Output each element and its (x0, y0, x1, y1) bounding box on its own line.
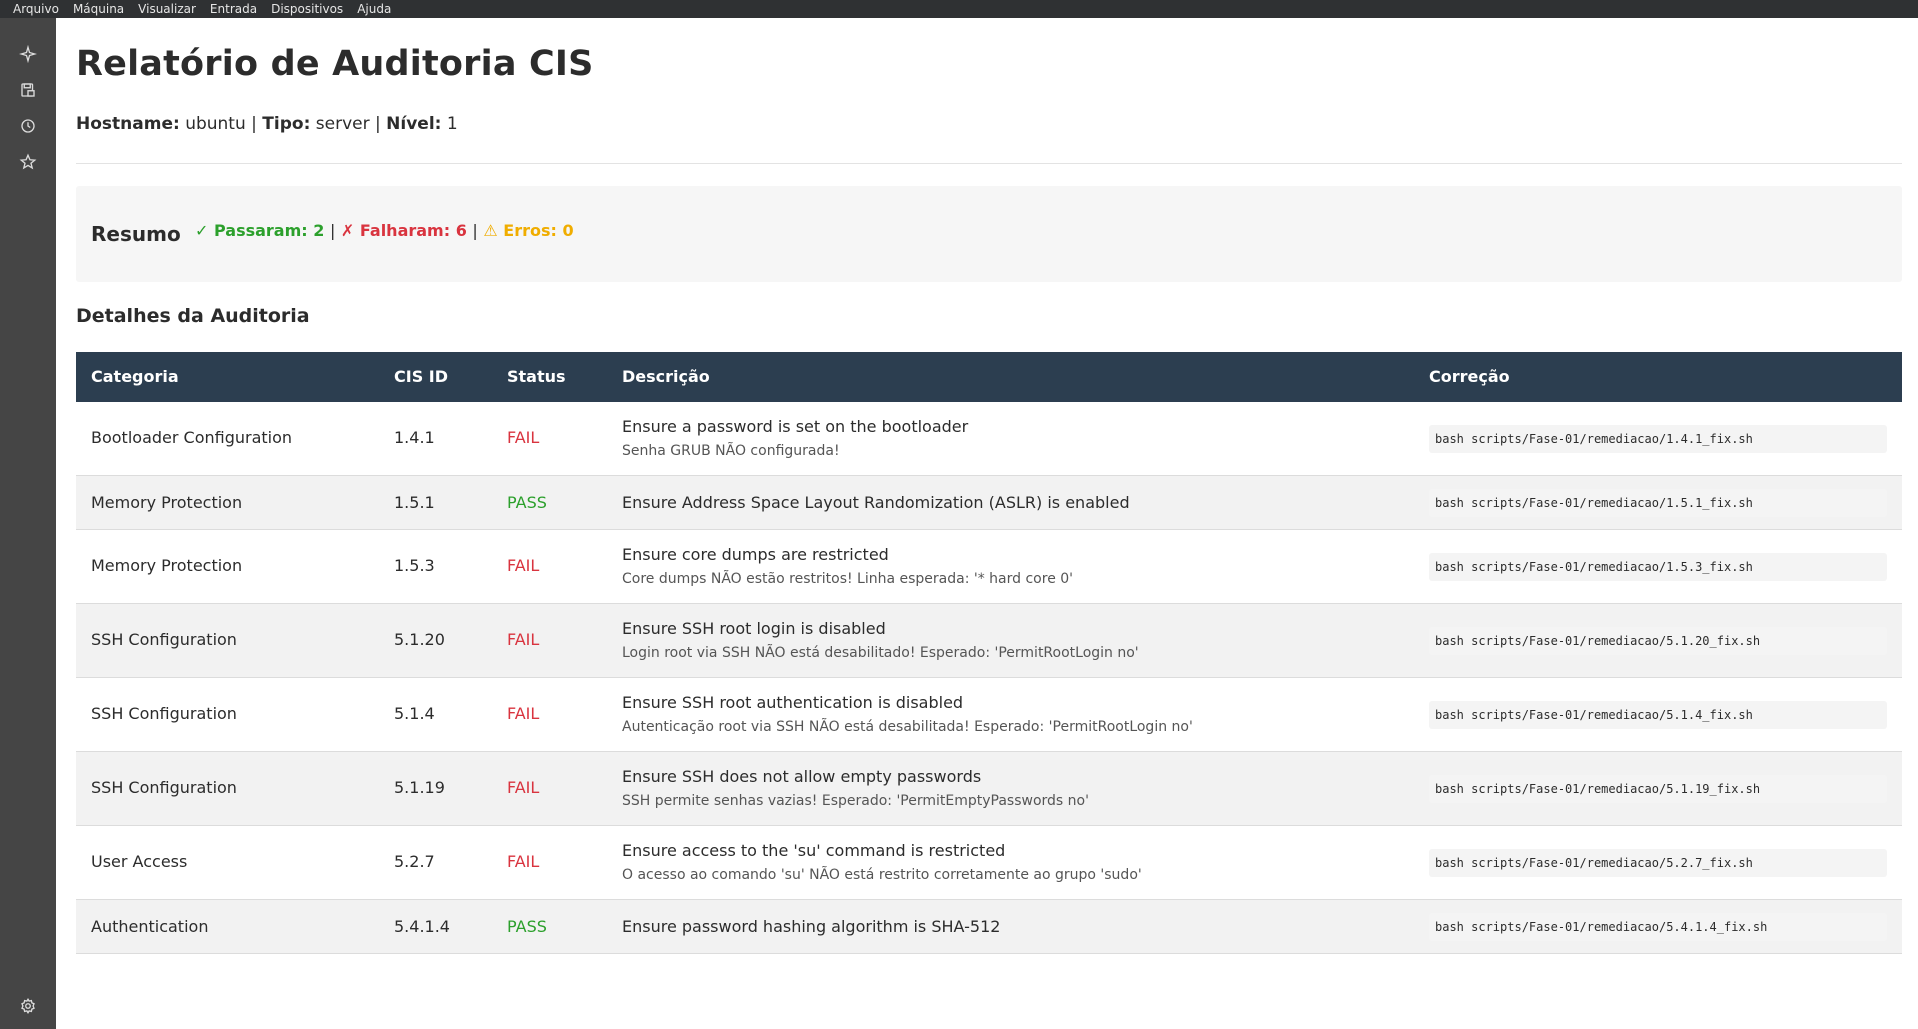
row-status: FAIL (507, 852, 540, 871)
host-meta: Hostname: ubuntu | Tipo: server | Nível:… (76, 114, 458, 134)
col-correcao: Correção (1429, 367, 1510, 386)
row-category: User Access (91, 852, 188, 871)
row-status: PASS (507, 493, 547, 512)
table-header: Categoria CIS ID Status Descrição Correç… (76, 352, 1902, 402)
row-fix-command[interactable]: bash scripts/Fase-01/remediacao/5.4.1.4_… (1429, 913, 1887, 941)
audit-table: Categoria CIS ID Status Descrição Correç… (76, 352, 1902, 954)
page-title: Relatório de Auditoria CIS (76, 44, 594, 84)
nivel-label: Nível: (386, 114, 442, 134)
row-cis-id: 1.5.1 (394, 493, 435, 512)
passed-count: ✓ Passaram: 2 (195, 221, 325, 240)
row-description: Ensure SSH root login is disabled (622, 619, 886, 638)
hostname-label: Hostname: (76, 114, 180, 134)
row-detail: Login root via SSH NÃO está desabilitado… (622, 645, 1139, 661)
row-category: SSH Configuration (91, 704, 237, 723)
star-icon[interactable] (16, 150, 40, 174)
row-status: FAIL (507, 630, 540, 649)
separator: | (329, 221, 336, 240)
row-category: SSH Configuration (91, 630, 237, 649)
col-descricao: Descrição (622, 367, 710, 386)
row-category: Authentication (91, 917, 209, 936)
row-detail: SSH permite senhas vazias! Esperado: 'Pe… (622, 793, 1089, 809)
history-icon[interactable] (16, 114, 40, 138)
row-description: Ensure password hashing algorithm is SHA… (622, 917, 1001, 936)
menu-arquivo[interactable]: Arquivo (6, 0, 66, 18)
row-description: Ensure SSH does not allow empty password… (622, 767, 982, 786)
row-description: Ensure Address Space Layout Randomizatio… (622, 493, 1130, 512)
row-detail: Core dumps NÃO estão restritos! Linha es… (622, 571, 1074, 587)
table-row: SSH Configuration 5.1.20 FAIL Ensure SSH… (76, 604, 1902, 678)
menu-ajuda[interactable]: Ajuda (350, 0, 398, 18)
table-row: Memory Protection 1.5.3 FAIL Ensure core… (76, 530, 1902, 604)
summary-counts: ✓ Passaram: 2 | ✗ Falharam: 6 | ⚠ Erros:… (195, 221, 574, 240)
errors-count: ⚠ Erros: 0 (483, 221, 574, 240)
row-category: Bootloader Configuration (91, 428, 293, 447)
col-cis-id: CIS ID (394, 367, 449, 386)
row-status: FAIL (507, 556, 540, 575)
row-detail: Senha GRUB NÃO configurada! (622, 443, 840, 459)
tipo-label: Tipo: (262, 114, 311, 134)
divider (76, 163, 1902, 164)
row-fix-command[interactable]: bash scripts/Fase-01/remediacao/5.1.4_fi… (1429, 701, 1887, 729)
table-row: Bootloader Configuration 1.4.1 FAIL Ensu… (76, 402, 1902, 476)
menubar: Arquivo Máquina Visualizar Entrada Dispo… (0, 0, 1918, 18)
row-fix-command[interactable]: bash scripts/Fase-01/remediacao/5.1.19_f… (1429, 775, 1887, 803)
row-detail: O acesso ao comando 'su' NÃO está restri… (622, 867, 1142, 883)
row-cis-id: 5.4.1.4 (394, 917, 450, 936)
report-content: Relatório de Auditoria CIS Hostname: ubu… (76, 18, 1902, 1029)
sidebar (0, 18, 56, 1029)
menu-visualizar[interactable]: Visualizar (131, 0, 203, 18)
row-detail: Autenticação root via SSH NÃO está desab… (622, 719, 1193, 735)
row-category: Memory Protection (91, 493, 243, 512)
gear-icon[interactable] (16, 994, 40, 1018)
table-row: User Access 5.2.7 FAIL Ensure access to … (76, 826, 1902, 900)
row-description: Ensure access to the 'su' command is res… (622, 841, 1006, 860)
row-status: FAIL (507, 704, 540, 723)
row-cis-id: 5.2.7 (394, 852, 435, 871)
col-categoria: Categoria (91, 367, 179, 386)
col-status: Status (507, 367, 566, 386)
row-status: PASS (507, 917, 547, 936)
menu-dispositivos[interactable]: Dispositivos (264, 0, 350, 18)
separator: | (472, 221, 478, 240)
table-row: SSH Configuration 5.1.19 FAIL Ensure SSH… (76, 752, 1902, 826)
row-fix-command[interactable]: bash scripts/Fase-01/remediacao/1.4.1_fi… (1429, 425, 1887, 453)
row-cis-id: 5.1.19 (394, 778, 445, 797)
table-row: Authentication 5.4.1.4 PASS Ensure passw… (76, 900, 1902, 954)
row-cis-id: 1.5.3 (394, 556, 435, 575)
nivel-value: 1 (446, 114, 458, 134)
menu-entrada[interactable]: Entrada (203, 0, 264, 18)
row-cis-id: 1.4.1 (394, 428, 435, 447)
row-cis-id: 5.1.4 (394, 704, 435, 723)
details-title: Detalhes da Auditoria (76, 305, 310, 327)
row-fix-command[interactable]: bash scripts/Fase-01/remediacao/5.1.20_f… (1429, 627, 1887, 655)
row-category: Memory Protection (91, 556, 243, 575)
row-category: SSH Configuration (91, 778, 237, 797)
row-description: Ensure a password is set on the bootload… (622, 417, 969, 436)
row-status: FAIL (507, 428, 540, 447)
hostname-value: ubuntu (185, 114, 246, 134)
menu-maquina[interactable]: Máquina (66, 0, 131, 18)
summary-title: Resumo (91, 222, 181, 246)
save-icon[interactable] (16, 78, 40, 102)
row-description: Ensure SSH root authentication is disabl… (622, 693, 964, 712)
table-row: SSH Configuration 5.1.4 FAIL Ensure SSH … (76, 678, 1902, 752)
table-row: Memory Protection 1.5.1 PASS Ensure Addr… (76, 476, 1902, 530)
row-cis-id: 5.1.20 (394, 630, 445, 649)
row-fix-command[interactable]: bash scripts/Fase-01/remediacao/1.5.1_fi… (1429, 489, 1887, 517)
sparkle-icon[interactable] (16, 42, 40, 66)
row-status: FAIL (507, 778, 540, 797)
row-description: Ensure core dumps are restricted (622, 545, 889, 564)
row-fix-command[interactable]: bash scripts/Fase-01/remediacao/1.5.3_fi… (1429, 553, 1887, 581)
summary-panel: Resumo ✓ Passaram: 2 | ✗ Falharam: 6 | ⚠… (76, 186, 1902, 282)
tipo-value: server (315, 114, 370, 134)
row-fix-command[interactable]: bash scripts/Fase-01/remediacao/5.2.7_fi… (1429, 849, 1887, 877)
failed-count: ✗ Falharam: 6 (340, 221, 467, 240)
